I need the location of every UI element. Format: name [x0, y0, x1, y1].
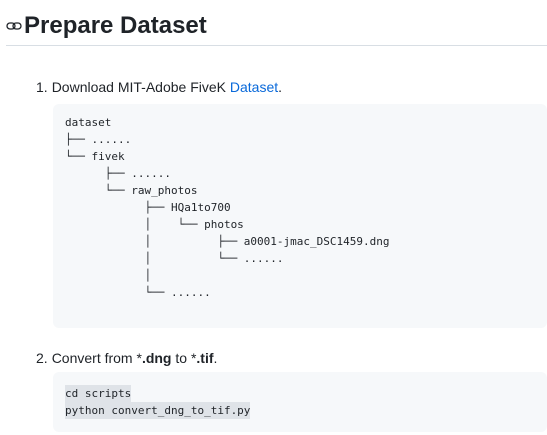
list-number: 2. — [36, 350, 48, 366]
code-line: dataset — [65, 116, 112, 129]
code-line: ├── ...... — [65, 133, 132, 146]
step-text: to * — [171, 350, 197, 366]
step-text-end: . — [213, 350, 218, 366]
step-text-end: . — [278, 79, 283, 95]
code-line: └── raw_photos — [65, 184, 198, 197]
code-line: │ └── ...... — [65, 252, 284, 265]
dataset-link[interactable]: Dataset — [230, 79, 278, 95]
step-text: Download MIT-Adobe FiveK — [51, 79, 230, 95]
code-line: └── fivek — [65, 150, 125, 163]
code-line: │ — [65, 269, 152, 282]
step-bold: .dng — [141, 350, 172, 366]
code-line: ├── ...... — [65, 167, 171, 180]
code-line[interactable]: cd scripts — [65, 385, 132, 402]
list-number: 1. — [36, 79, 48, 95]
code-block-commands: cd scripts python convert_dng_to_tif.py — [53, 372, 547, 432]
page-title: Prepare Dataset — [24, 12, 207, 39]
code-line: └── ...... — [65, 286, 211, 299]
code-block-tree: dataset ├── ...... └── fivek ├── ...... … — [53, 104, 547, 328]
link-icon[interactable] — [6, 19, 24, 33]
code-line[interactable]: python convert_dng_to_tif.py — [65, 402, 251, 419]
code-line: │ └── photos — [65, 218, 244, 231]
code-line: ├── HQa1to700 — [65, 201, 231, 214]
section-heading: Prepare Dataset — [6, 10, 547, 46]
step-text: Convert from * — [51, 350, 142, 366]
code-line: │ ├── a0001-jmac_DSC1459.dng — [65, 235, 390, 248]
list-item-download: 1. Download MIT-Adobe FiveK Dataset. — [36, 77, 282, 97]
list-item-convert: 2. Convert from *.dng to *.tif. — [36, 348, 217, 368]
step-bold: .tif — [196, 350, 214, 366]
